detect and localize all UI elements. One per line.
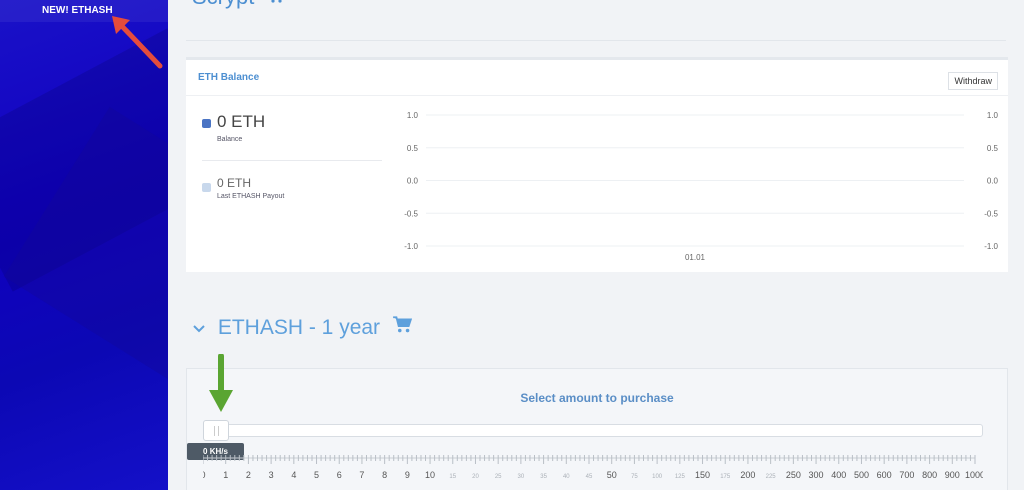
slider-scale: 0123456789101520253035404550751001251501… (203, 455, 983, 480)
withdraw-button[interactable]: Withdraw (948, 72, 998, 90)
y2-tick-label: -0.5 (984, 209, 998, 218)
hashrate-slider-track[interactable] (203, 424, 983, 437)
y-tick-label: 0.5 (407, 144, 419, 153)
scale-label: 800 (922, 470, 937, 480)
scale-label: 35 (540, 474, 547, 480)
red-arrow-annotation (112, 16, 163, 69)
scale-label: 7 (359, 470, 364, 480)
scale-label: 500 (854, 470, 869, 480)
scale-label: 40 (563, 474, 570, 480)
scale-label: 50 (607, 470, 617, 480)
scale-label: 600 (877, 470, 892, 480)
cart-icon[interactable] (266, 0, 284, 10)
payout-value: 0 ETH (217, 176, 252, 190)
scale-label: 8 (382, 470, 387, 480)
purchase-panel: Select amount to purchase 0 KH/s 0123456… (186, 368, 1008, 490)
y-tick-label: 1.0 (407, 111, 419, 120)
scale-label: 15 (449, 474, 456, 480)
scale-label: 125 (675, 474, 686, 480)
legend-swatch-balance (202, 119, 211, 128)
eth-balance-panel: ETH Balance Withdraw 0 ETH Balance 0 ETH… (186, 57, 1008, 272)
scale-label: 100 (652, 474, 663, 480)
scale-label: 1000 (965, 470, 983, 480)
y2-tick-label: 1.0 (987, 111, 999, 120)
y2-tick-label: 0.5 (987, 144, 999, 153)
main-content: Scrypt ETH Balance Withdraw 0 ETH Balanc… (168, 0, 1024, 490)
scale-label: 2 (246, 470, 251, 480)
balance-value: 0 ETH (217, 112, 266, 131)
balance-label: Balance (217, 136, 243, 143)
cart-icon[interactable] (392, 316, 413, 340)
scale-label: 6 (337, 470, 342, 480)
ethash-section-heading[interactable]: ETHASH - 1 year (192, 316, 413, 340)
panel-title: ETH Balance (198, 72, 260, 83)
scale-label: 400 (831, 470, 846, 480)
scale-label: 250 (786, 470, 801, 480)
scale-label: 5 (314, 470, 319, 480)
green-arrow-annotation (209, 354, 233, 412)
y2-tick-label: -1.0 (984, 242, 998, 251)
legend-swatch-payout (202, 183, 211, 192)
ethash-heading-label: ETHASH - 1 year (217, 316, 381, 339)
y-tick-label: 0.0 (407, 177, 419, 186)
stat-divider (202, 160, 382, 161)
select-amount-label: Select amount to purchase (520, 391, 674, 405)
hashrate-slider-handle[interactable] (203, 420, 229, 441)
divider (186, 40, 1006, 41)
scale-label: 45 (586, 474, 593, 480)
scale-label: 4 (291, 470, 296, 480)
y-tick-label: -0.5 (404, 209, 418, 218)
sidebar: NEW! ETHASH (0, 0, 168, 490)
scale-label: 200 (740, 470, 755, 480)
scale-label: 150 (695, 470, 710, 480)
scale-label: 30 (518, 474, 525, 480)
scale-label: 3 (269, 470, 274, 480)
scale-label: 700 (899, 470, 914, 480)
chevron-down-icon[interactable] (192, 316, 206, 340)
scale-label: 225 (766, 474, 777, 480)
scale-label: 20 (472, 474, 479, 480)
y2-tick-label: 0.0 (987, 177, 999, 186)
scale-label: 175 (720, 474, 731, 480)
scale-label: 25 (495, 474, 502, 480)
payout-label: Last ETHASH Payout (217, 193, 285, 200)
scale-label: 900 (945, 470, 960, 480)
panel-header: ETH Balance Withdraw (186, 60, 1008, 96)
scale-label: 9 (405, 470, 410, 480)
scale-label: 300 (809, 470, 824, 480)
scale-label: 1 (223, 470, 228, 480)
scale-label: 0 (203, 470, 206, 480)
scrypt-section-heading[interactable]: Scrypt (192, 0, 284, 10)
x-tick-label: 01.01 (685, 253, 706, 262)
balance-chart: 1.0 1.0 0.5 0.5 0.0 0.0 -0.5 -0.5 -1.0 -1.0 01.01 (404, 111, 999, 262)
scale-label: 75 (631, 474, 638, 480)
y-tick-label: -1.0 (404, 242, 418, 251)
scrypt-heading-label: Scrypt (192, 0, 254, 9)
scale-label: 10 (425, 470, 435, 480)
